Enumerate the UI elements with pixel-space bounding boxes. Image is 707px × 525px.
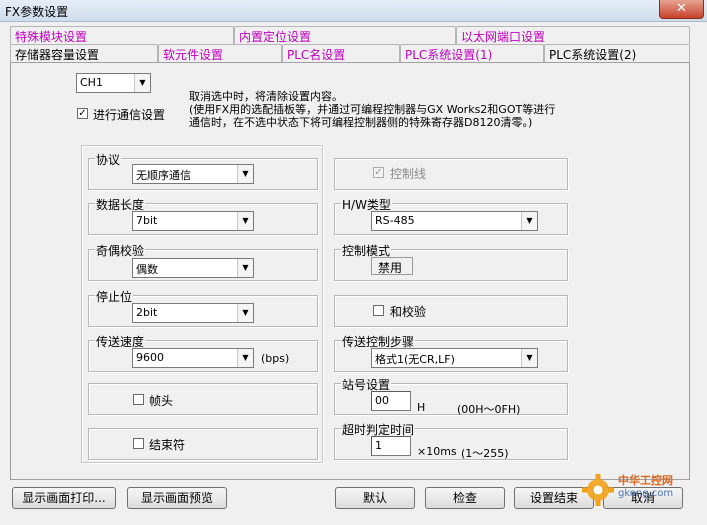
preview-screen-button[interactable]: 显示画面预览 [127, 487, 227, 509]
timeout-input[interactable]: 1 [371, 436, 411, 456]
tab-row-top: 特殊模块设置 内置定位设置 以太网端口设置 [10, 26, 690, 44]
header-label: 帧头 [149, 394, 174, 408]
tab-memory-capacity[interactable]: 存储器容量设置 [10, 44, 158, 63]
control-line-checkbox[interactable]: ✓ [373, 167, 384, 178]
stop-bit-select[interactable]: 2bit ▼ [132, 303, 254, 323]
baud-rate-unit: (bps) [261, 352, 290, 365]
chevron-down-icon: ▼ [237, 212, 253, 230]
terminator-group [88, 428, 318, 460]
title-bar: FX参数设置 ✕ [0, 0, 707, 22]
parity-select[interactable]: 偶数 ▼ [132, 258, 254, 278]
chevron-down-icon: ▼ [134, 74, 150, 92]
default-button[interactable]: 默认 [335, 487, 415, 509]
chevron-down-icon: ▼ [237, 165, 253, 183]
station-no-range: (00H～0FH) [457, 403, 521, 416]
station-no-group: 站号设置 [334, 376, 568, 415]
timeout-range: (1～255) [461, 447, 509, 460]
baud-rate-select[interactable]: 9600 ▼ [132, 348, 254, 368]
protocol-select[interactable]: 无顺序通信 ▼ [132, 164, 254, 184]
transfer-control-select[interactable]: 格式1(无CR,LF) ▼ [371, 348, 538, 368]
chevron-down-icon: ▼ [237, 304, 253, 322]
tab-plc-name[interactable]: PLC名设置 [282, 44, 400, 63]
control-mode-group: 控制模式 [334, 242, 568, 281]
sum-check-checkbox[interactable] [373, 305, 384, 316]
hw-type-select[interactable]: RS-485 ▼ [371, 211, 538, 231]
station-no-unit: H [417, 401, 426, 414]
tab-row-bottom: 存储器容量设置 软元件设置 PLC名设置 PLC系统设置(1) PLC系统设置(… [10, 44, 690, 63]
data-length-select[interactable]: 7bit ▼ [132, 211, 254, 231]
tab-builtin-positioning[interactable]: 内置定位设置 [234, 26, 456, 44]
comm-setting-label: 进行通信设置 [93, 108, 166, 122]
watermark-logo: 中华工控网 gkong.com [578, 470, 698, 510]
check-button[interactable]: 检查 [425, 487, 505, 509]
header-checkbox[interactable] [133, 394, 144, 405]
channel-select[interactable]: CH1 ▼ [76, 73, 151, 93]
terminator-checkbox[interactable] [133, 438, 144, 449]
tab-plc-system-1[interactable]: PLC系统设置(1) [400, 44, 544, 63]
chevron-down-icon: ▼ [237, 259, 253, 277]
watermark-text: 中华工控网 [618, 474, 673, 487]
control-line-group [334, 158, 568, 190]
tab-special-module[interactable]: 特殊模块设置 [10, 26, 234, 44]
tab-ethernet-port[interactable]: 以太网端口设置 [456, 26, 690, 44]
note-line-3: 通信时，在不选中状态下将可编程控制器侧的特殊寄存器D8120清零。) [189, 116, 533, 129]
comm-setting-checkbox[interactable]: ✓ [77, 108, 88, 119]
sum-check-group [334, 295, 568, 327]
tab-plc-system-2[interactable]: PLC系统设置(2) [544, 44, 690, 63]
chevron-down-icon: ▼ [237, 349, 253, 367]
timeout-unit: ×10ms [417, 445, 457, 458]
chevron-down-icon: ▼ [521, 349, 537, 367]
close-icon: ✕ [676, 1, 687, 16]
window-title: FX参数设置 [5, 5, 69, 19]
station-no-input[interactable]: 00 [371, 391, 411, 411]
watermark-url: gkong.com [618, 488, 674, 499]
sum-check-label: 和校验 [390, 305, 427, 319]
print-screen-button[interactable]: 显示画面打印... [12, 487, 116, 509]
chevron-down-icon: ▼ [521, 212, 537, 230]
tab-device-settings[interactable]: 软元件设置 [158, 44, 282, 63]
terminator-label: 结束符 [149, 438, 186, 452]
control-line-label: 控制线 [390, 167, 427, 181]
header-group [88, 383, 318, 415]
settings-panel: CH1 ▼ ✓ 进行通信设置 取消选中时，将清除设置内容。 (使用FX用的选配插… [10, 62, 690, 480]
close-button[interactable]: ✕ [659, 0, 704, 19]
control-mode-value: 禁用 [371, 257, 413, 275]
